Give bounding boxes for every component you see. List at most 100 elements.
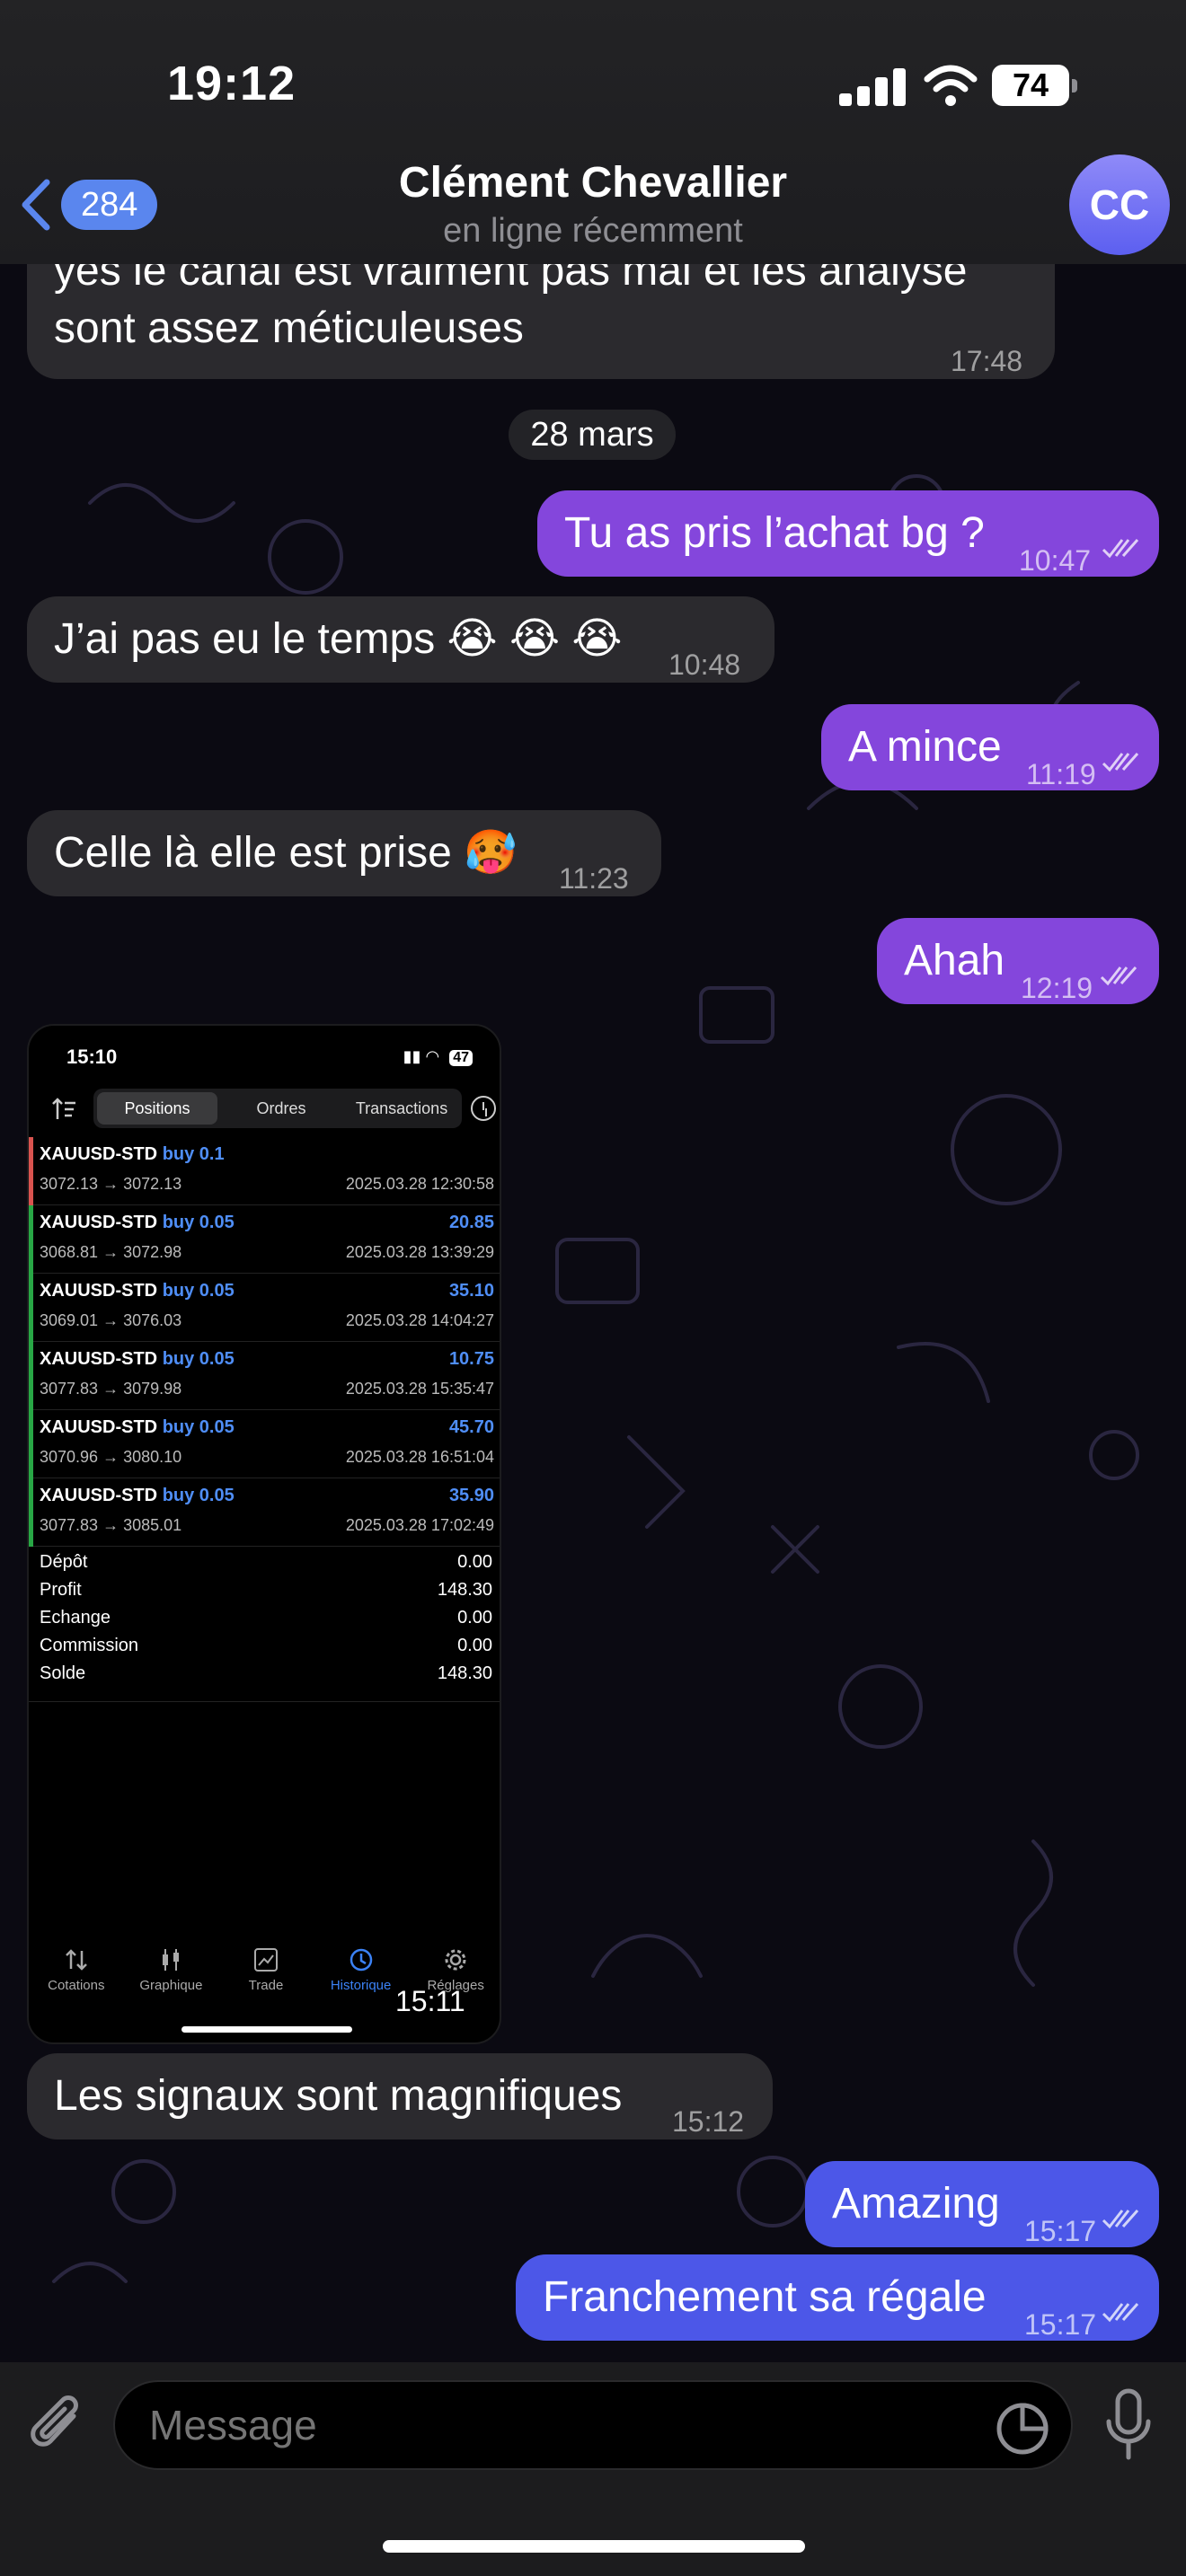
summary-value: 148.30 [437, 1663, 492, 1683]
trade-side: buy 0.05 [162, 1417, 235, 1437]
read-checkmarks-icon [1100, 966, 1137, 986]
trade-side: buy 0.05 [162, 1349, 235, 1369]
message-text: Amazing [832, 2180, 1000, 2228]
message-text: Franchement sa régale [543, 2273, 987, 2321]
trade-symbol: XAUUSD-STD [40, 1417, 158, 1437]
message-incoming[interactable]: Les signaux sont magnifiques 15:12 [27, 2053, 773, 2139]
swap-arrows-icon [65, 1949, 87, 1971]
read-checkmarks-icon [1102, 539, 1139, 559]
trade-side: buy 0.05 [162, 1486, 235, 1505]
trade-range: 3077.83 → 3079.98 [40, 1380, 182, 1398]
embedded-tab-orders: Ordres [256, 1099, 306, 1117]
summary-row: Echange 0.00 [40, 1608, 492, 1636]
trade-date: 2025.03.28 14:04:27 [345, 1311, 494, 1329]
chat-title[interactable]: Clément Chevallier [0, 158, 1186, 207]
embedded-summary: Dépôt 0.00 Profit 148.30 Echange 0.00 Commi… [40, 1552, 492, 1691]
summary-row: Commission 0.00 [40, 1636, 492, 1663]
embedded-tabs: Positions Ordres Transactions [93, 1089, 462, 1128]
embedded-status-time: 15:10 [66, 1045, 118, 1068]
trade-symbol: XAUUSD-STD [40, 1213, 158, 1232]
message-text: J’ai pas eu le temps 😭 😭 😭 [54, 615, 623, 663]
message-time: 17:48 [951, 345, 1023, 377]
home-indicator [383, 2540, 805, 2553]
summary-label: Echange [40, 1608, 111, 1628]
nav-label: Historique [330, 1978, 392, 1993]
trade-range: 3069.01 → 3076.03 [40, 1311, 182, 1329]
trade-range: 3072.13 → 3072.13 [40, 1175, 182, 1193]
embedded-tab-positions: Positions [97, 1092, 217, 1125]
summary-row: Dépôt 0.00 [40, 1552, 492, 1580]
embedded-nav-quotes: Cotations [29, 1942, 124, 2005]
image-message[interactable]: 15:10 ▮▮ ◠ 47 Positions Ordres Transacti… [27, 1024, 501, 2044]
trade-range: 3077.83 → 3085.01 [40, 1516, 182, 1534]
message-time: 12:19 [1021, 972, 1093, 1004]
message-time: 11:19 [1026, 758, 1096, 790]
microphone-icon[interactable] [1102, 2387, 1155, 2463]
trade-pnl: 45.70 [448, 1417, 494, 1437]
trade-pnl: 35.90 [448, 1486, 494, 1505]
summary-label: Commission [40, 1636, 139, 1655]
clock-icon [471, 1096, 496, 1121]
trade-date: 2025.03.28 12:30:58 [345, 1175, 494, 1193]
summary-row: Profit 148.30 [40, 1580, 492, 1608]
summary-label: Dépôt [40, 1552, 88, 1572]
trade-date: 2025.03.28 17:02:49 [345, 1516, 494, 1534]
trade-date: 2025.03.28 15:35:47 [345, 1380, 494, 1398]
message-text: Ahah [904, 937, 1005, 984]
message-outgoing[interactable]: Ahah 12:19 [877, 918, 1159, 1004]
sticker-icon[interactable] [996, 2402, 1049, 2456]
trade-side: buy 0.1 [162, 1144, 225, 1164]
embedded-trade-row: XAUUSD-STD buy 0.05 3068.81 → 3072.98 20… [29, 1205, 500, 1274]
message-time: 15:12 [672, 2105, 745, 2138]
status-bar: 19:12 74 [0, 0, 1186, 153]
battery-indicator: 74 [992, 65, 1077, 106]
message-text: sont assez méticuleuses [54, 304, 524, 352]
message-incoming[interactable]: J’ai pas eu le temps 😭 😭 😭 10:48 [27, 596, 774, 683]
summary-label: Profit [40, 1580, 82, 1600]
message-outgoing[interactable]: A mince 11:19 [821, 704, 1159, 790]
trade-side: buy 0.05 [162, 1281, 235, 1301]
paperclip-icon[interactable] [27, 2389, 90, 2461]
wifi-icon [924, 65, 978, 106]
message-time: 15:11 [395, 1985, 465, 2017]
candlestick-icon [163, 1949, 180, 1971]
summary-row: Solde 148.30 [40, 1663, 492, 1691]
message-text: Tu as pris l’achat bg ? [564, 509, 985, 557]
trade-pnl: 10.75 [448, 1349, 494, 1369]
message-time: 11:23 [559, 862, 629, 895]
trade-symbol: XAUUSD-STD [40, 1281, 158, 1301]
message-outgoing[interactable]: Tu as pris l’achat bg ? 10:47 [537, 490, 1159, 577]
message-incoming[interactable]: Celle là elle est prise 🥵 11:23 [27, 810, 661, 896]
summary-value: 0.00 [457, 1552, 492, 1572]
message-outgoing[interactable]: Franchement sa régale 15:17 [516, 2254, 1159, 2341]
message-time: 10:48 [668, 648, 741, 681]
embedded-nav-trade: Trade [218, 1942, 314, 2005]
read-checkmarks-icon [1102, 2210, 1139, 2229]
embedded-nav-history: Historique [314, 1942, 409, 2005]
message-text: Les signaux sont magnifiques [54, 2072, 623, 2120]
nav-label: Graphique [139, 1978, 203, 1993]
history-icon [350, 1948, 372, 1972]
message-time: 15:17 [1024, 2215, 1097, 2247]
trade-symbol: XAUUSD-STD [40, 1144, 158, 1164]
gear-icon [445, 1949, 466, 1971]
message-time: 15:17 [1024, 2308, 1097, 2341]
embedded-trade-row: XAUUSD-STD buy 0.1 3072.13 → 3072.13 202… [29, 1137, 500, 1205]
avatar[interactable]: CC [1069, 154, 1170, 255]
embedded-trade-row: XAUUSD-STD buy 0.05 3069.01 → 3076.03 35… [29, 1274, 500, 1342]
message-text: A mince [848, 723, 1002, 771]
trade-symbol: XAUUSD-STD [40, 1486, 158, 1505]
trade-range: 3068.81 → 3072.98 [40, 1243, 182, 1261]
embedded-tab-transactions: Transactions [355, 1099, 448, 1117]
trade-pnl: 35.10 [448, 1281, 494, 1301]
embedded-home-indicator [181, 2026, 352, 2033]
read-checkmarks-icon [1102, 753, 1139, 772]
message-input[interactable] [113, 2380, 1073, 2470]
trade-side: buy 0.05 [162, 1213, 235, 1232]
embedded-trade-row: XAUUSD-STD buy 0.05 3070.96 → 3080.10 45… [29, 1410, 500, 1478]
message-outgoing[interactable]: Amazing 15:17 [805, 2161, 1159, 2247]
sort-icon [52, 1098, 75, 1119]
trade-date: 2025.03.28 16:51:04 [345, 1448, 494, 1466]
embedded-trade-row: XAUUSD-STD buy 0.05 3077.83 → 3085.01 35… [29, 1478, 500, 1547]
message-time: 10:47 [1019, 544, 1092, 577]
